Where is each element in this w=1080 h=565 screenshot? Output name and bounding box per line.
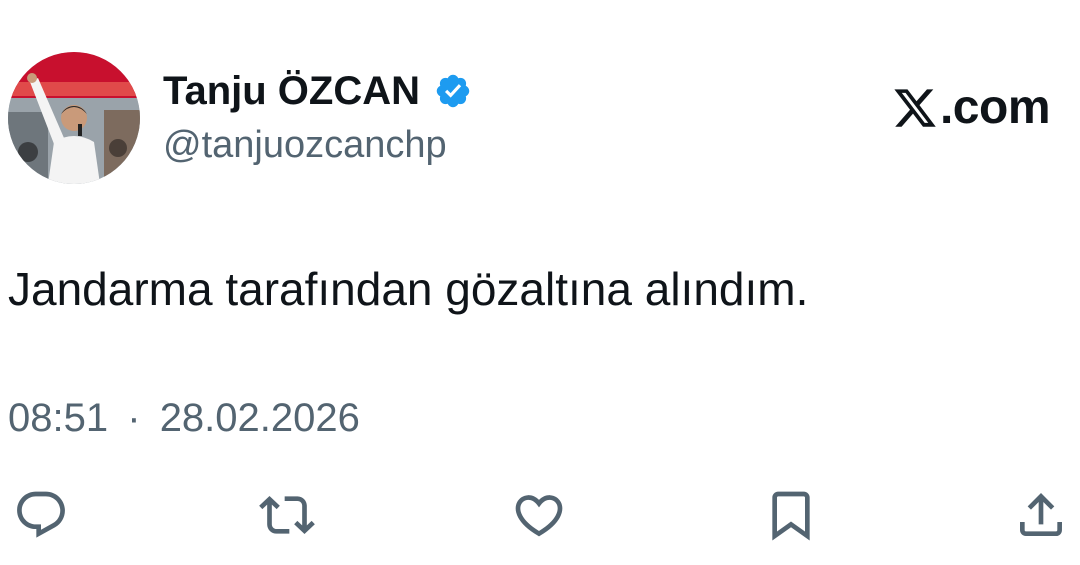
heart-icon [515,495,563,537]
tweet-meta: 08:51 · 28.02.2026 [8,396,360,441]
x-com-domain: .com [939,81,1051,134]
avatar-photo [8,52,140,184]
tweet-time[interactable]: 08:51 [8,396,108,440]
retweet-button[interactable] [258,486,316,544]
tweet-date[interactable]: 28.02.2026 [160,396,360,440]
avatar[interactable] [8,52,140,184]
retweet-icon [259,496,315,534]
bookmark-button[interactable] [762,486,820,544]
share-button[interactable] [1012,486,1070,544]
reply-icon [17,491,65,538]
tweet-text: Jandarma tarafından gözaltına alındım. [8,263,809,315]
display-name[interactable]: Tanju ÖZCAN [163,69,420,114]
tweet-card: Tanju ÖZCAN @tanjuozcanchp .com Jandarma… [0,0,1080,565]
author-name-row[interactable]: Tanju ÖZCAN [163,66,472,116]
verified-badge-icon [434,72,472,110]
share-icon [1020,493,1062,536]
bookmark-icon [772,491,810,541]
like-button[interactable] [510,486,568,544]
reply-button[interactable] [12,486,70,544]
meta-separator: · [127,396,141,440]
x-logo-icon [892,85,938,131]
x-com-brand: .com [892,80,1051,135]
author-handle[interactable]: @tanjuozcanchp [163,124,447,167]
